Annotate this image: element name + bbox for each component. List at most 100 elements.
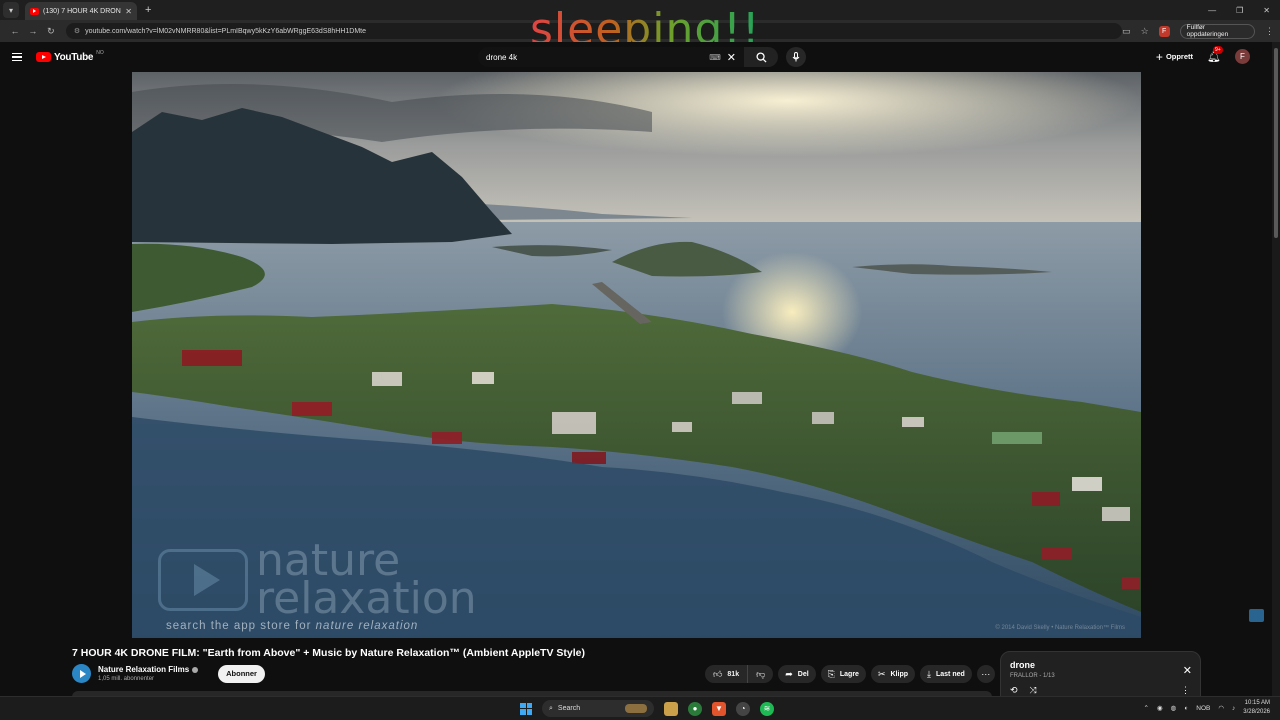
verified-icon — [192, 666, 199, 673]
search-highlight-icon — [625, 704, 647, 713]
thumbs-down-icon: 👎︎ — [756, 668, 766, 679]
minimize-icon[interactable]: — — [1208, 6, 1216, 15]
reload-icon[interactable]: ↻ — [42, 26, 60, 37]
dislike-button[interactable]: 👎︎ — [748, 665, 773, 683]
file-explorer-icon[interactable] — [664, 701, 678, 716]
browser-menu-icon[interactable]: ⋮ — [1265, 26, 1274, 37]
watermark: nature relaxation — [158, 539, 477, 624]
save-button[interactable]: ⎘ Lagre — [820, 665, 866, 683]
playlist-more-icon[interactable]: ⋮ — [1181, 685, 1190, 696]
microphone-icon — [792, 52, 800, 62]
more-actions-button[interactable]: ⋯ — [976, 665, 995, 683]
language-indicator[interactable]: NOB — [1196, 705, 1210, 712]
video-player[interactable]: nature relaxation search the app store f… — [132, 72, 1141, 638]
chrome-icon[interactable]: ● — [688, 701, 702, 716]
nature-relaxation-logo-icon — [158, 549, 248, 611]
like-button[interactable]: 👍︎ 81k — [705, 665, 749, 683]
playlist-controls: ⟲ ⤨ — [1010, 685, 1037, 696]
update-button[interactable]: Fullfør oppdateringen — [1179, 23, 1255, 39]
playlist-subtitle: FRALLOR - 1/13 — [1010, 673, 1055, 679]
subscriber-count: 1,05 mill. abonnenter — [98, 676, 155, 682]
window-controls: — ❐ ✕ — [1208, 6, 1280, 15]
wifi-icon[interactable]: ◠ — [1218, 704, 1224, 712]
like-dislike-group: 👍︎ 81k 👎︎ — [705, 665, 774, 683]
download-label: Last ned — [935, 670, 965, 678]
tray-app-icon[interactable]: ◉ — [1157, 704, 1163, 712]
forward-icon[interactable]: → — [24, 26, 42, 36]
taskbar-clock[interactable]: 10:15 AM 3/28/2026 — [1243, 699, 1270, 717]
create-button[interactable]: + Opprett — [1156, 50, 1193, 64]
search-value: drone 4k — [486, 52, 518, 62]
new-tab-icon[interactable]: + — [145, 4, 151, 16]
start-icon[interactable] — [520, 702, 532, 715]
spotify-icon[interactable]: ≋ — [760, 701, 774, 716]
search-icon — [755, 51, 767, 63]
taskbar-search[interactable]: ⌕ Search — [542, 700, 654, 717]
clock-app-icon[interactable]: ◔ — [736, 701, 750, 716]
thumbs-up-icon: 👍︎ — [713, 668, 723, 679]
site-info-icon[interactable]: ⚙ — [74, 27, 80, 35]
search-icon-taskbar: ⌕ — [549, 704, 553, 712]
tab-title: (130) 7 HOUR 4K DRONE FILM — [43, 7, 121, 15]
channel-avatar[interactable] — [72, 664, 91, 683]
tray-app-icon-3[interactable]: ◐ — [1184, 705, 1188, 712]
bookmark-star-icon[interactable]: ☆ — [1141, 26, 1149, 37]
clock-date: 3/28/2026 — [1243, 709, 1270, 715]
bookmark-icon: ⎘ — [827, 668, 835, 679]
youtube-logo-icon — [36, 52, 51, 62]
back-icon[interactable]: ← — [6, 26, 24, 36]
maximize-icon[interactable]: ❐ — [1236, 6, 1243, 15]
browser-tab[interactable]: (130) 7 HOUR 4K DRONE FILM ✕ — [25, 2, 137, 20]
keyboard-icon[interactable]: ⌨ — [709, 53, 721, 62]
miniplayer-app-icon[interactable] — [1249, 609, 1264, 622]
share-button[interactable]: ➦ Del — [778, 665, 816, 683]
share-label: Del — [797, 670, 809, 678]
brave-icon[interactable]: ▼ — [712, 701, 726, 716]
playlist-title[interactable]: drone — [1010, 660, 1191, 670]
clip-button[interactable]: ✂ Klipp — [870, 665, 915, 683]
search-bar: drone 4k ⌨ ✕ — [478, 47, 806, 67]
subscribe-button[interactable]: Abonner — [218, 664, 265, 683]
notifications-button[interactable]: 🔔︎ 9+ — [1207, 46, 1223, 63]
search-button[interactable] — [744, 47, 778, 67]
scrollbar-thumb[interactable] — [1274, 48, 1278, 238]
download-button[interactable]: ⤓ Last ned — [920, 665, 972, 683]
youtube-favicon-icon — [30, 7, 39, 15]
volume-icon[interactable]: ♪ — [1232, 705, 1235, 712]
channel-row: Nature Relaxation Films 1,05 mill. abonn… — [72, 664, 265, 683]
playlist-panel: drone FRALLOR - 1/13 ✕ ⟲ ⤨ ⋮ — [1000, 651, 1201, 701]
channel-name-text: Nature Relaxation Films — [98, 665, 190, 674]
save-label: Lagre — [839, 670, 859, 678]
share-icon: ➦ — [785, 668, 793, 679]
window-close-icon[interactable]: ✕ — [1263, 6, 1270, 15]
like-count: 81k — [727, 670, 740, 678]
playlist-close-icon[interactable]: ✕ — [1183, 664, 1192, 677]
youtube-header: YouTube NO drone 4k ⌨ ✕ + Opprett 🔔︎ 9+ … — [0, 42, 1272, 72]
watermark-line-2: relaxation — [256, 573, 477, 624]
loop-icon[interactable]: ⟲ — [1010, 685, 1018, 696]
shuffle-icon[interactable]: ⤨ — [1030, 685, 1037, 696]
avatar[interactable]: F — [1235, 49, 1250, 64]
notification-badge: 9+ — [1213, 46, 1223, 54]
search-input[interactable]: drone 4k ⌨ ✕ — [478, 47, 744, 67]
copyright-text: © 2014 David Skelly • Nature Relaxation™… — [995, 625, 1125, 631]
download-icon: ⤓ — [927, 668, 931, 679]
windows-taskbar: ⌕ Search ● ▼ ◔ ≋ ⌃ ◉ ◍ ◐ NOB ◠ ♪ 10:15 A… — [0, 696, 1280, 720]
tab-search-menu-icon[interactable]: ▾ — [3, 2, 19, 18]
tray-chevron-icon[interactable]: ⌃ — [1144, 704, 1149, 712]
menu-icon[interactable] — [12, 53, 22, 61]
cast-icon[interactable]: ▭ — [1122, 26, 1131, 37]
video-actions: 👍︎ 81k 👎︎ ➦ Del ⎘ Lagre ✂ Klipp ⤓ Last ned ⋯ — [705, 665, 995, 683]
region-code: NO — [96, 50, 104, 56]
taskbar-search-label: Search — [557, 705, 581, 712]
browser-profile-icon[interactable]: F — [1158, 25, 1170, 37]
youtube-logo[interactable]: YouTube NO — [36, 50, 104, 63]
tab-close-icon[interactable]: ✕ — [125, 7, 132, 16]
tray-app-icon-2[interactable]: ◍ — [1171, 704, 1177, 712]
url-text: youtube.com/watch?v=lM02vNMRR80&list=PLm… — [85, 27, 366, 35]
watermark-tagline-text: search the app store for — [166, 620, 316, 632]
clear-search-icon[interactable]: ✕ — [727, 51, 736, 64]
plus-icon: + — [1155, 49, 1163, 64]
channel-name[interactable]: Nature Relaxation Films — [98, 665, 199, 674]
voice-search-button[interactable] — [786, 47, 806, 67]
